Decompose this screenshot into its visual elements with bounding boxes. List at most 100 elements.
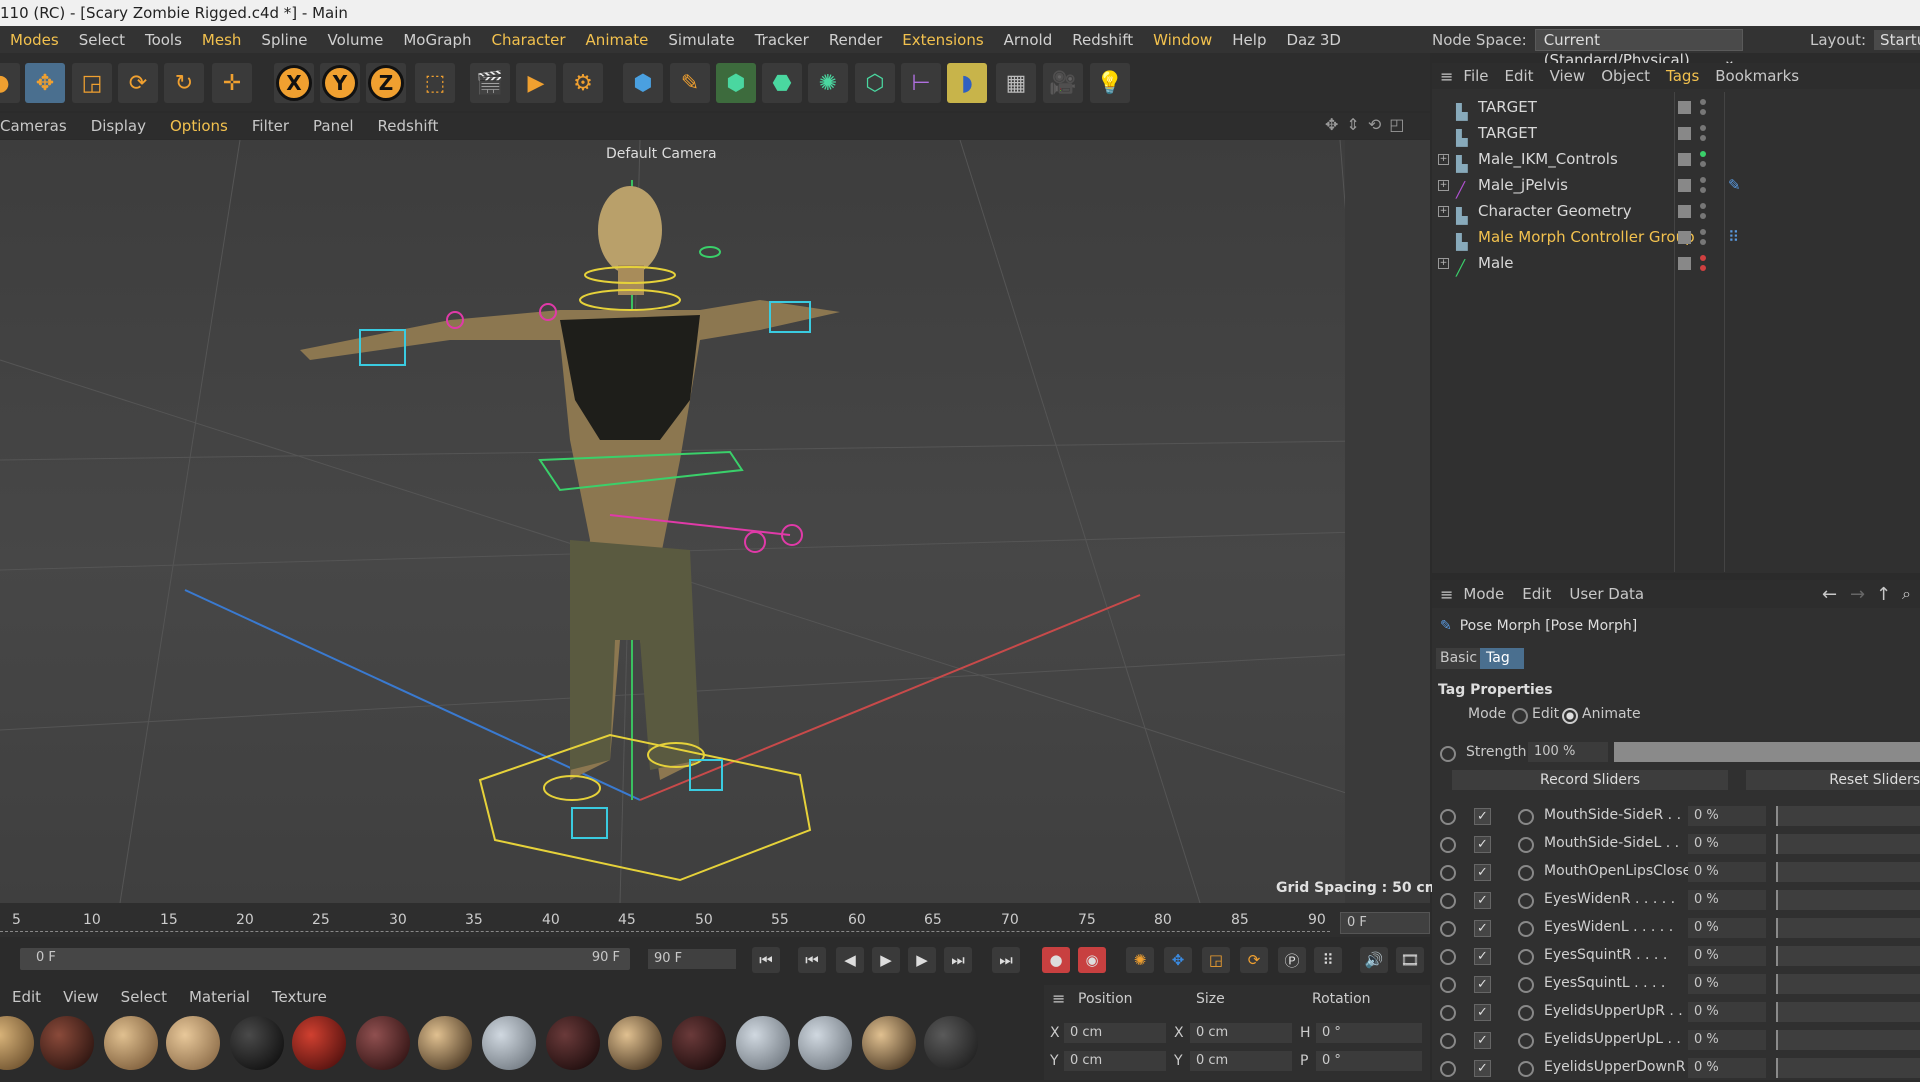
- live-selection-icon[interactable]: ●: [0, 63, 20, 103]
- visibility-checkbox[interactable]: [1678, 205, 1691, 218]
- tab-basic[interactable]: Basic: [1436, 648, 1480, 669]
- editor-visibility-dot[interactable]: [1700, 255, 1706, 261]
- 3d-viewport[interactable]: [0, 140, 1430, 903]
- morph-key-radio[interactable]: [1518, 1033, 1534, 1049]
- go-to-end-icon[interactable]: ⏭: [992, 947, 1020, 973]
- morph-slider[interactable]: [1776, 918, 1920, 938]
- rot-p-field[interactable]: 0 °: [1316, 1051, 1422, 1071]
- light-icon[interactable]: 💡: [1090, 63, 1130, 103]
- array-icon[interactable]: ⬡: [855, 63, 895, 103]
- morph-anim-radio[interactable]: [1440, 837, 1456, 853]
- object-row-target-1[interactable]: ▙ TARGET: [1436, 95, 1916, 121]
- render-visibility-dot[interactable]: [1700, 265, 1706, 271]
- z-axis-icon[interactable]: Z: [366, 63, 406, 103]
- material-swatch[interactable]: [104, 1016, 158, 1070]
- menu-volume[interactable]: Volume: [318, 31, 394, 49]
- subdivision-icon[interactable]: ⬢: [716, 63, 756, 103]
- hamburger-icon[interactable]: ≡: [1440, 585, 1453, 604]
- sound-icon[interactable]: 🔊: [1360, 947, 1388, 973]
- morph-anim-radio[interactable]: [1440, 1005, 1456, 1021]
- morph-slider[interactable]: [1776, 1058, 1920, 1078]
- morph-key-radio[interactable]: [1518, 865, 1534, 881]
- morph-enable-checkbox[interactable]: ✓: [1474, 920, 1491, 937]
- prev-key-icon[interactable]: ⏮: [798, 947, 826, 973]
- next-frame-icon[interactable]: ▶: [908, 947, 936, 973]
- morph-enable-checkbox[interactable]: ✓: [1474, 976, 1491, 993]
- go-to-start-icon[interactable]: ⏮: [752, 947, 780, 973]
- key-rotation-icon[interactable]: ⟳: [1240, 947, 1268, 973]
- morph-anim-radio[interactable]: [1440, 949, 1456, 965]
- material-swatch[interactable]: [924, 1016, 978, 1070]
- morph-anim-radio[interactable]: [1440, 865, 1456, 881]
- morph-value[interactable]: 0 %: [1688, 974, 1766, 994]
- viewport-menu-panel[interactable]: Panel: [313, 117, 365, 135]
- render-region-icon[interactable]: 🎬: [470, 63, 510, 103]
- current-frame-field[interactable]: 0 F: [1340, 912, 1430, 934]
- key-param-icon[interactable]: Ⓟ: [1278, 947, 1306, 973]
- morph-slider[interactable]: [1776, 946, 1920, 966]
- viewport-menu-display[interactable]: Display: [91, 117, 158, 135]
- morph-slider[interactable]: [1776, 1030, 1920, 1050]
- menu-redshift[interactable]: Redshift: [1062, 31, 1143, 49]
- attribute-menu-mode[interactable]: Mode: [1463, 585, 1504, 603]
- morph-anim-radio[interactable]: [1440, 1033, 1456, 1049]
- material-swatch[interactable]: [482, 1016, 536, 1070]
- material-swatch[interactable]: [418, 1016, 472, 1070]
- morph-value[interactable]: 0 %: [1688, 1002, 1766, 1022]
- menu-animate[interactable]: Animate: [576, 31, 659, 49]
- material-swatch[interactable]: [166, 1016, 220, 1070]
- extrude-icon[interactable]: ⬣: [762, 63, 802, 103]
- morph-enable-checkbox[interactable]: ✓: [1474, 1032, 1491, 1049]
- material-swatch[interactable]: [40, 1016, 94, 1070]
- rot-h-field[interactable]: 0 °: [1316, 1023, 1422, 1043]
- scale-icon[interactable]: ◲: [72, 63, 112, 103]
- material-swatch[interactable]: [798, 1016, 852, 1070]
- material-swatch[interactable]: [292, 1016, 346, 1070]
- morph-anim-radio[interactable]: [1440, 893, 1456, 909]
- visibility-checkbox[interactable]: [1678, 257, 1691, 270]
- menu-mograph[interactable]: MoGraph: [393, 31, 481, 49]
- menu-tools[interactable]: Tools: [135, 31, 192, 49]
- strength-slider[interactable]: [1614, 742, 1920, 762]
- render-view-icon[interactable]: ▶: [516, 63, 556, 103]
- menu-simulate[interactable]: Simulate: [658, 31, 744, 49]
- y-axis-icon[interactable]: Y: [320, 63, 360, 103]
- menu-mesh[interactable]: Mesh: [192, 31, 252, 49]
- record-sliders-button[interactable]: Record Sliders: [1452, 770, 1728, 790]
- morph-value[interactable]: 0 %: [1688, 834, 1766, 854]
- menu-help[interactable]: Help: [1222, 31, 1276, 49]
- morph-value[interactable]: 0 %: [1688, 918, 1766, 938]
- material-menu-material[interactable]: Material: [189, 988, 250, 1006]
- morph-enable-checkbox[interactable]: ✓: [1474, 864, 1491, 881]
- menu-extensions[interactable]: Extensions: [892, 31, 993, 49]
- render-visibility-dot[interactable]: [1700, 135, 1706, 141]
- morph-anim-radio[interactable]: [1440, 1061, 1456, 1077]
- morph-enable-checkbox[interactable]: ✓: [1474, 892, 1491, 909]
- object-menu-bookmarks[interactable]: Bookmarks: [1715, 67, 1799, 85]
- keyframe-selection-icon[interactable]: ✺: [1126, 947, 1154, 973]
- morph-key-radio[interactable]: [1518, 921, 1534, 937]
- pen-icon[interactable]: ✎: [670, 63, 710, 103]
- expand-icon[interactable]: +: [1438, 180, 1449, 191]
- material-swatch[interactable]: [230, 1016, 284, 1070]
- expand-icon[interactable]: +: [1438, 206, 1449, 217]
- hamburger-icon[interactable]: ≡: [1440, 67, 1453, 86]
- visibility-checkbox[interactable]: [1678, 127, 1691, 140]
- material-swatch[interactable]: [672, 1016, 726, 1070]
- viewport-menu-options[interactable]: Options: [170, 117, 240, 135]
- morph-slider[interactable]: [1776, 862, 1920, 882]
- material-swatch[interactable]: [0, 1016, 34, 1070]
- morph-key-radio[interactable]: [1518, 1005, 1534, 1021]
- material-swatch[interactable]: [736, 1016, 790, 1070]
- transform-icon[interactable]: ✛: [212, 63, 252, 103]
- attribute-menu-user-data[interactable]: User Data: [1569, 585, 1644, 603]
- morph-key-radio[interactable]: [1518, 949, 1534, 965]
- move-icon[interactable]: ✥: [25, 63, 65, 103]
- material-menu-texture[interactable]: Texture: [272, 988, 327, 1006]
- morph-slider[interactable]: [1776, 974, 1920, 994]
- film-icon[interactable]: 🎞: [1396, 947, 1424, 973]
- record-icon[interactable]: ●: [1042, 947, 1070, 973]
- visibility-checkbox[interactable]: [1678, 153, 1691, 166]
- morph-slider[interactable]: [1776, 890, 1920, 910]
- object-row-jpelvis[interactable]: + ╱ Male_jPelvis ✎: [1436, 173, 1916, 199]
